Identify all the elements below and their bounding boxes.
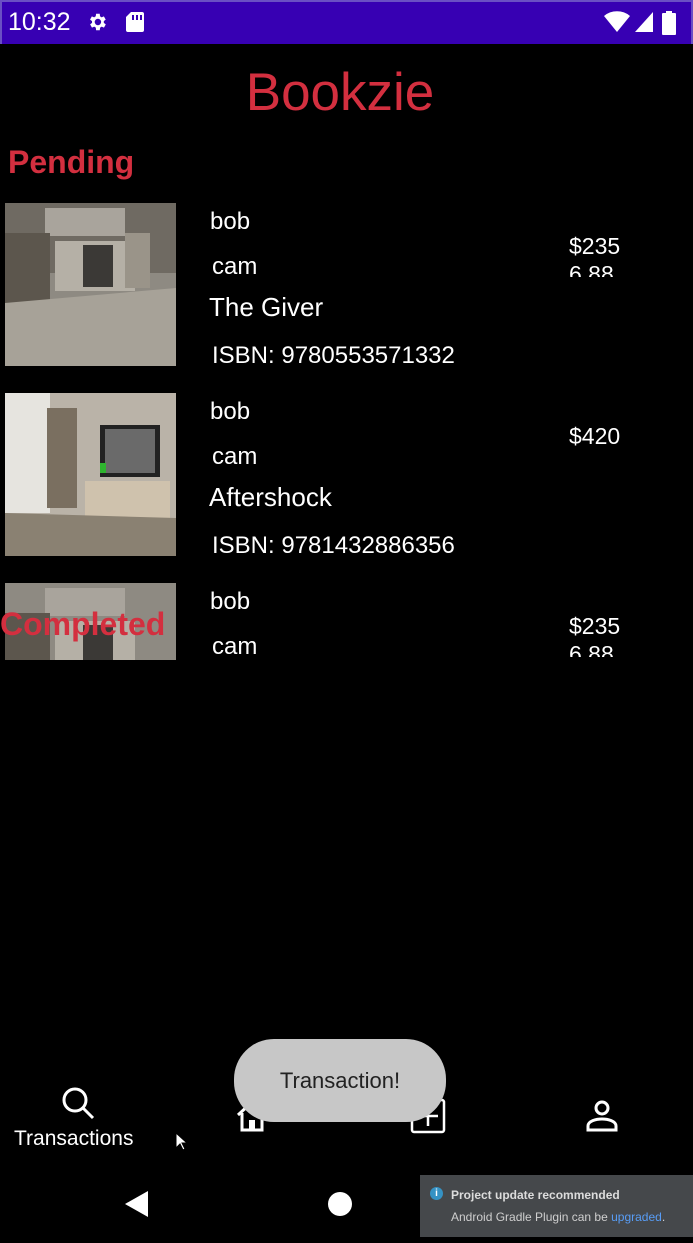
book-image	[5, 393, 176, 556]
info-icon: i	[430, 1187, 443, 1200]
sd-card-icon	[126, 12, 144, 32]
notification-body-text: Android Gradle Plugin can be	[451, 1210, 612, 1224]
wifi-icon	[604, 11, 630, 32]
buyer-name: cam	[212, 253, 258, 280]
nav-profile[interactable]	[585, 1099, 619, 1133]
back-icon[interactable]	[124, 1190, 150, 1218]
settings-icon	[90, 13, 106, 31]
notification-title: Project update recommended	[451, 1188, 620, 1202]
mouse-cursor-icon	[175, 1132, 187, 1151]
price: $2356.88	[569, 233, 621, 277]
buyer-name: cam	[212, 633, 258, 660]
upgrade-link[interactable]: upgraded	[611, 1210, 662, 1224]
pending-heading: Pending	[8, 144, 135, 180]
nav-transactions-label[interactable]: Transactions	[14, 1127, 133, 1151]
status-time: 10:32	[8, 8, 71, 36]
seller-name: bob	[210, 588, 251, 615]
app-title: Bookzie	[245, 63, 435, 122]
seller-name: bob	[210, 208, 251, 235]
update-notification[interactable]: i Project update recommended Android Gra…	[420, 1175, 693, 1237]
notification-body: Android Gradle Plugin can be upgraded.	[451, 1210, 665, 1224]
battery-icon	[662, 11, 676, 35]
home-button-icon[interactable]	[327, 1191, 353, 1217]
book-title: Aftershock	[209, 482, 332, 512]
notification-body-suffix: .	[661, 1210, 666, 1224]
nav-transactions[interactable]	[60, 1085, 96, 1121]
status-bar: 10:32	[0, 0, 693, 44]
book-title: The Giver	[209, 292, 324, 322]
profile-icon	[586, 1100, 618, 1132]
completed-heading: Completed	[0, 606, 166, 642]
transaction-row[interactable]: bob cam The Giver ISBN: 9780553571332 $2…	[0, 203, 693, 373]
book-image	[5, 203, 176, 366]
price: $420	[569, 423, 621, 449]
book-isbn: ISBN: 9781432886356	[212, 532, 455, 559]
price: $2356.88	[569, 613, 621, 657]
search-icon	[62, 1087, 95, 1120]
toast-message: Transaction!	[234, 1039, 446, 1122]
seller-name: bob	[210, 398, 251, 425]
transaction-row[interactable]: bob cam Aftershock ISBN: 9781432886356 $…	[0, 393, 693, 563]
signal-icon	[635, 12, 653, 32]
book-isbn: ISBN: 9780553571332	[212, 342, 455, 369]
buyer-name: cam	[212, 443, 258, 470]
